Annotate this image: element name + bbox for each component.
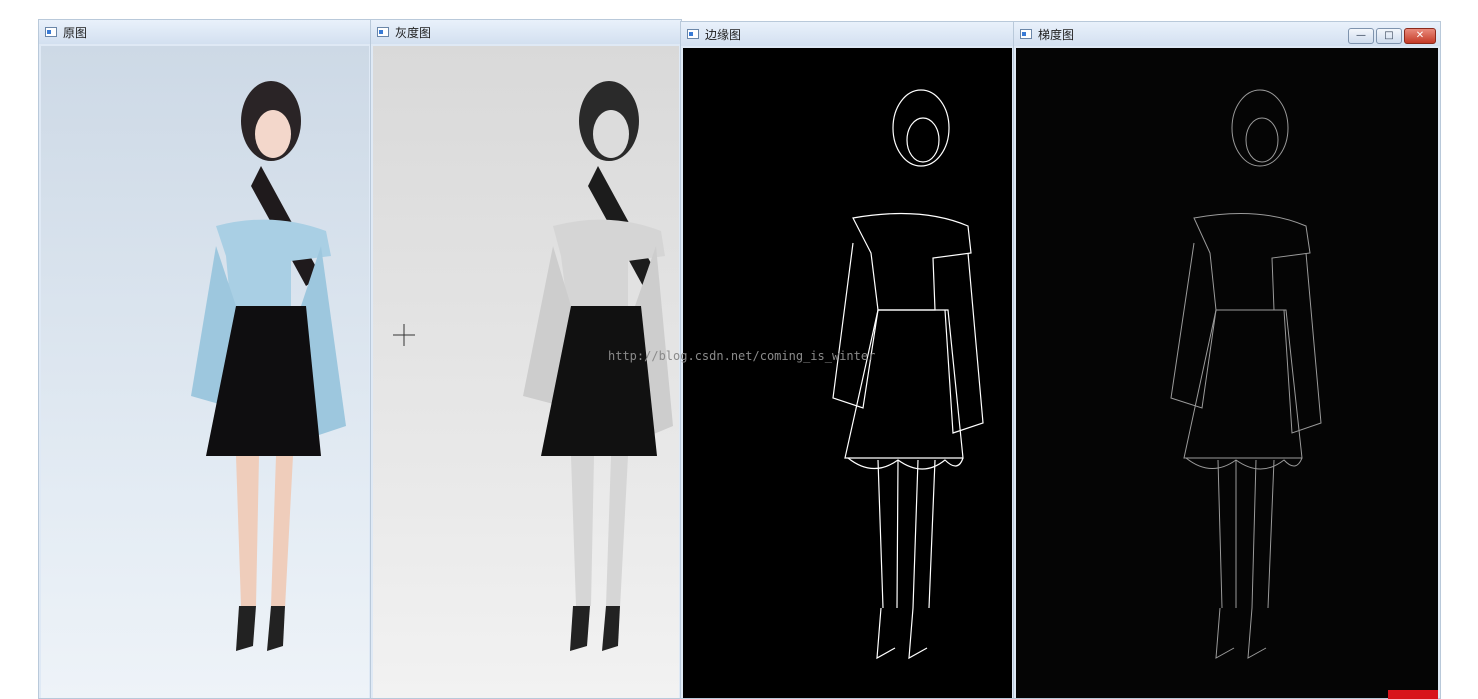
- window-title: 灰度图: [395, 26, 432, 40]
- maximize-button[interactable]: □: [1376, 28, 1402, 44]
- watermark-text: http://blog.csdn.net/coming_is_winter: [608, 349, 876, 363]
- window-title: 边缘图: [705, 28, 742, 42]
- window-gradient[interactable]: 梯度图 — □ ✕: [1013, 21, 1441, 699]
- woman-gradient-icon: [1170, 89, 1322, 659]
- titlebar[interactable]: 梯度图 — □ ✕: [1014, 22, 1440, 46]
- image-edges: [683, 48, 1012, 698]
- crosshair-cursor-icon: [393, 324, 415, 346]
- image-gradient: [1016, 48, 1438, 698]
- window-title: 梯度图: [1038, 28, 1075, 42]
- woman-edge-icon: [832, 89, 984, 660]
- titlebar[interactable]: 灰度图: [371, 20, 681, 44]
- image-original: [41, 46, 369, 698]
- close-button[interactable]: ✕: [1404, 28, 1436, 44]
- app-icon: [377, 27, 389, 37]
- titlebar[interactable]: 边缘图: [681, 22, 1014, 46]
- app-icon: [687, 29, 699, 39]
- app-icon: [45, 27, 57, 37]
- red-stamp: [1388, 690, 1438, 699]
- woman-color-icon: [191, 81, 346, 651]
- app-icon: [1020, 29, 1032, 39]
- titlebar[interactable]: 原图: [39, 20, 371, 44]
- minimize-button[interactable]: —: [1348, 28, 1374, 44]
- window-original[interactable]: 原图: [38, 19, 372, 699]
- woman-gray-icon: [523, 81, 673, 651]
- image-gray: [373, 46, 679, 698]
- window-title: 原图: [63, 26, 88, 40]
